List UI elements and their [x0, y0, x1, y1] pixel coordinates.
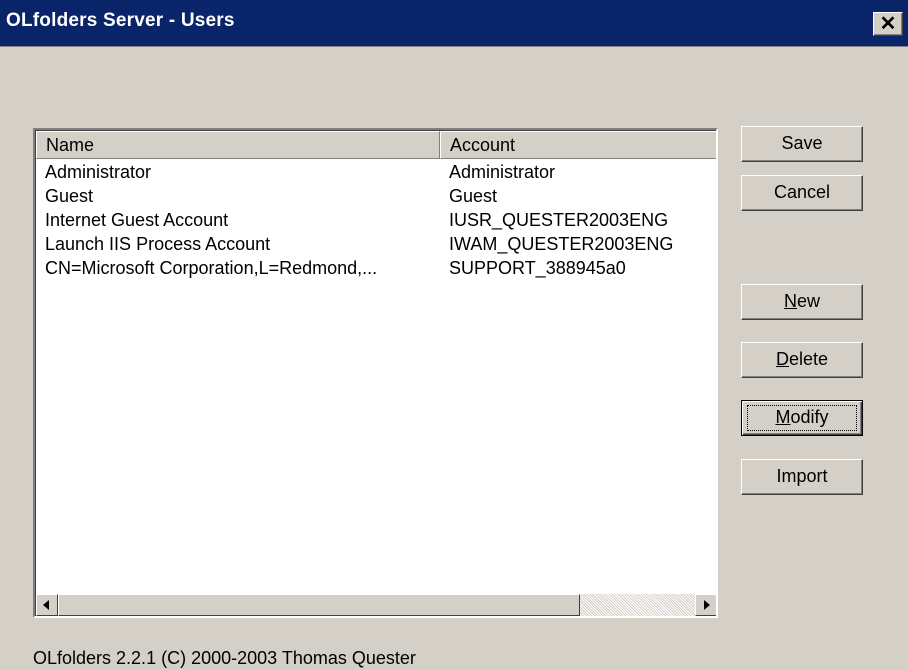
delete-button-label: elete [788, 349, 829, 369]
cell-account: Guest [449, 186, 498, 206]
focus-rectangle [747, 405, 857, 431]
cell-name: Administrator [45, 162, 152, 182]
arrow-right-icon [704, 600, 710, 610]
delete-button-mnemonic: D [775, 349, 789, 369]
new-button-label: ew [796, 291, 820, 311]
horizontal-scrollbar[interactable] [36, 594, 716, 616]
cell-name: Launch IIS Process Account [45, 234, 271, 254]
cancel-button[interactable]: Cancel [741, 175, 863, 211]
cell-name: Internet Guest Account [45, 210, 229, 230]
arrow-left-icon [43, 600, 49, 610]
close-icon: ✕ [879, 13, 897, 35]
new-button-mnemonic: N [783, 291, 797, 311]
users-list[interactable]: Name Account Administrator Administrator… [33, 128, 718, 618]
list-item[interactable]: Internet Guest Account IUSR_QUESTER2003E… [36, 209, 716, 233]
cell-account: IUSR_QUESTER2003ENG [449, 210, 669, 230]
cell-account: IWAM_QUESTER2003ENG [449, 234, 674, 254]
modify-button[interactable]: Modify [741, 400, 863, 436]
import-button[interactable]: Import [741, 459, 863, 495]
scroll-left-button[interactable] [36, 594, 58, 616]
new-button[interactable]: New [741, 284, 863, 320]
column-header-name[interactable]: Name [36, 131, 440, 159]
scroll-thumb[interactable] [58, 594, 580, 616]
scroll-track[interactable] [580, 594, 695, 616]
list-rows: Administrator Administrator Guest Guest … [36, 161, 716, 281]
scroll-right-button[interactable] [695, 594, 716, 616]
title-bar: OLfolders Server - Users ✕ [0, 0, 908, 47]
close-button[interactable]: ✕ [873, 12, 903, 36]
copyright-text: OLfolders 2.2.1 (C) 2000-2003 Thomas Que… [33, 648, 416, 668]
cell-account: Administrator [449, 162, 556, 182]
window-title: OLfolders Server - Users [6, 10, 235, 31]
list-item[interactable]: CN=Microsoft Corporation,L=Redmond,... S… [36, 257, 716, 281]
list-item[interactable]: Launch IIS Process Account IWAM_QUESTER2… [36, 233, 716, 257]
list-item[interactable]: Administrator Administrator [36, 161, 716, 185]
delete-button[interactable]: Delete [741, 342, 863, 378]
cell-account: SUPPORT_388945a0 [449, 258, 626, 278]
cell-name: CN=Microsoft Corporation,L=Redmond,... [45, 258, 378, 278]
list-item[interactable]: Guest Guest [36, 185, 716, 209]
save-button[interactable]: Save [741, 126, 863, 162]
column-header-account[interactable]: Account [440, 131, 716, 159]
cell-name: Guest [45, 186, 94, 206]
